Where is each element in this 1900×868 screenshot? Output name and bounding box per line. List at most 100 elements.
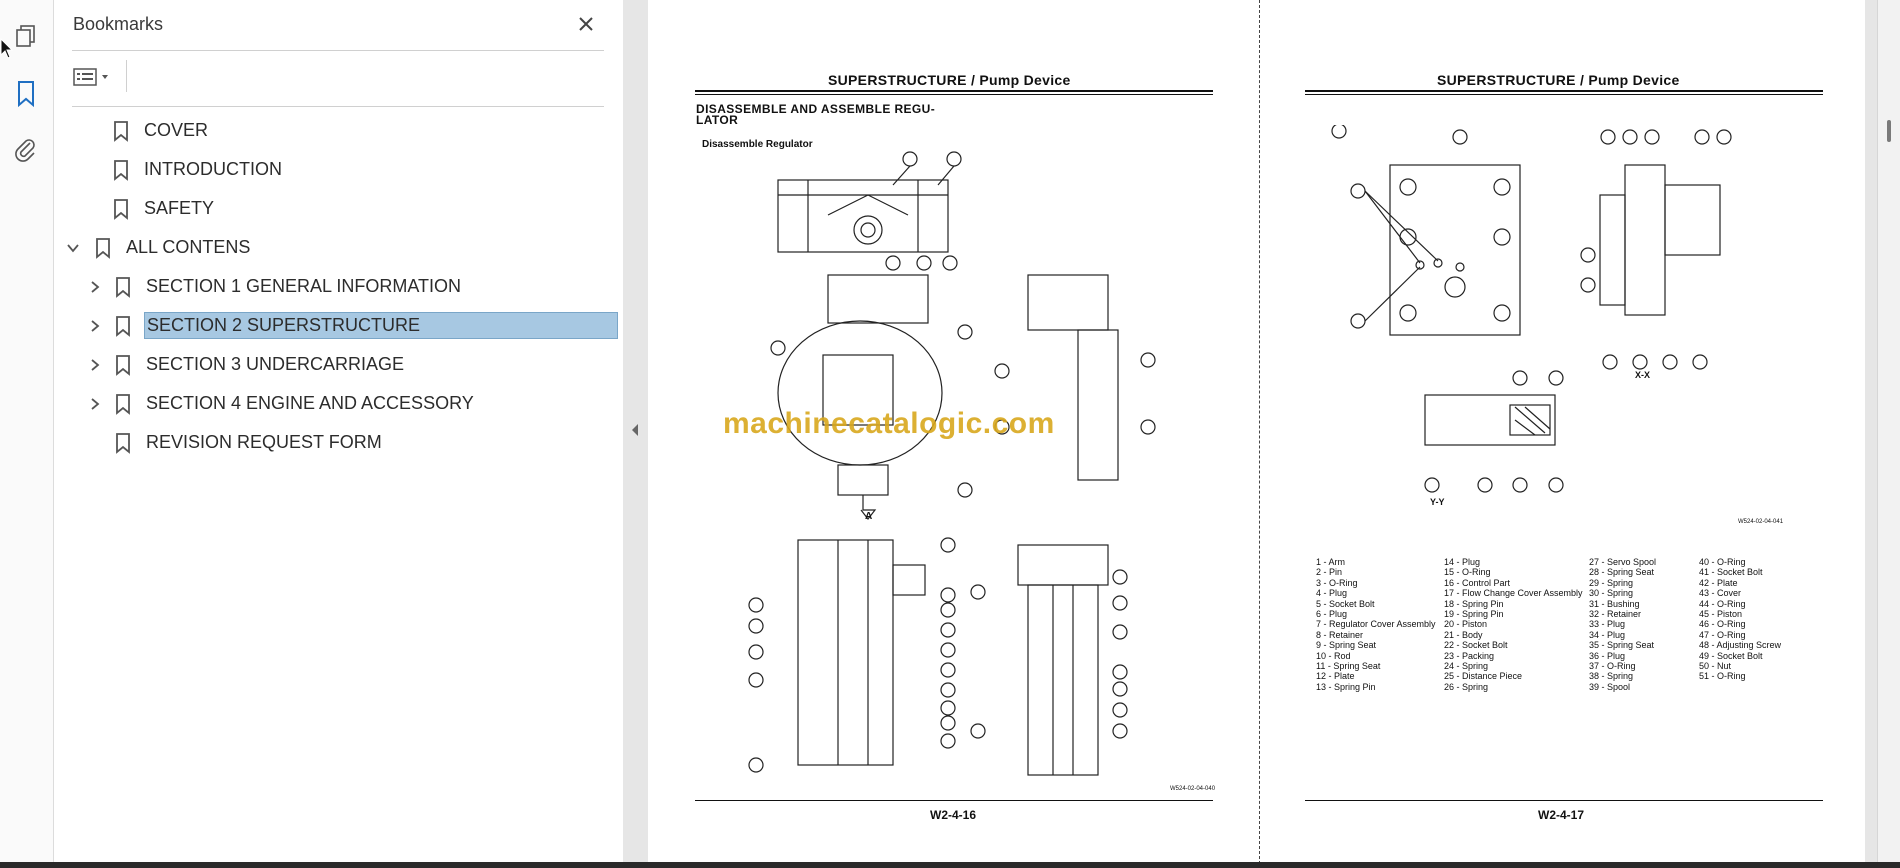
close-panel-button[interactable]	[574, 12, 598, 36]
figure-id: W524-02-04-041	[1738, 519, 1784, 525]
part-list-entry: 40 - O-Ring	[1699, 557, 1746, 567]
bookmark-item-safety[interactable]: SAFETY	[94, 193, 216, 224]
part-list-entry: 17 - Flow Change Cover Assembly	[1444, 588, 1583, 599]
part-list-entry: 50 - Nut	[1699, 661, 1732, 672]
view-label: A	[865, 511, 873, 522]
bookmark-icon	[116, 354, 130, 376]
parts-list-col-1: 1 - Arm 2 - Pin 3 - O-Ring 4 - Plug 5 - Sock…	[1316, 557, 1436, 692]
part-list-entry: 7 - Regulator Cover Assembly	[1316, 619, 1436, 630]
part-list-entry: 4 - Plug	[1316, 588, 1348, 599]
page-header: SUPERSTRUCTURE / Pump Device	[1437, 72, 1680, 88]
parts-list-col-2: 14 - Plug 15 - O-Ring 16 - Control Part 17 …	[1444, 557, 1583, 692]
part-list-entry: 37 - O-Ring	[1589, 661, 1636, 672]
part-list-entry: 31 - Bushing	[1589, 598, 1640, 609]
part-list-entry: 23 - Packing	[1444, 650, 1495, 661]
part-list-entry: 29 - Spring	[1589, 577, 1634, 588]
bookmark-icon	[116, 432, 130, 454]
bookmark-label: SECTION 1 GENERAL INFORMATION	[146, 276, 462, 296]
section-title: LATOR	[696, 113, 739, 127]
part-list-entry: 39 - Spool	[1589, 681, 1631, 692]
part-list-entry: 44 - O-Ring	[1699, 598, 1746, 609]
part-list-entry: 21 - Body	[1444, 629, 1483, 640]
bookmark-icon[interactable]	[10, 78, 42, 110]
part-list-entry: 9 - Spring Seat	[1316, 640, 1377, 651]
panel-splitter[interactable]	[623, 0, 649, 868]
part-list-entry: 5 - Socket Bolt	[1316, 598, 1375, 609]
bookmark-item-revision-request[interactable]: REVISION REQUEST FORM	[114, 427, 384, 458]
part-list-entry: 24 - Spring	[1444, 661, 1489, 672]
list-options-icon	[73, 68, 108, 86]
part-list-entry: 49 - Socket Bolt	[1699, 650, 1763, 661]
part-list-entry: 46 - O-Ring	[1699, 619, 1746, 630]
view-label: Y-Y	[1430, 497, 1445, 507]
part-list-entry: 10 - Rod	[1316, 650, 1351, 661]
bookmark-item-all-contens[interactable]: ALL CONTENS	[64, 232, 252, 263]
part-list-entry: 32 - Retainer	[1589, 609, 1642, 620]
scrollbar-thumb[interactable]	[1887, 120, 1891, 142]
collapse-arrow-icon[interactable]	[630, 422, 640, 438]
regulator-section-diagram	[1331, 125, 1732, 493]
header-rule	[1305, 94, 1823, 95]
bookmark-icon	[116, 315, 130, 337]
bookmark-label: SECTION 2 SUPERSTRUCTURE	[144, 312, 618, 339]
mouse-cursor-icon	[0, 38, 14, 59]
bookmark-item-cover[interactable]: COVER	[94, 115, 210, 146]
bookmarks-panel: Bookmarks COVER INTRODUCTION SAFETY ALL …	[54, 0, 624, 868]
chevron-right-icon[interactable]	[86, 356, 104, 374]
divider	[72, 50, 604, 51]
page-number: W2-4-16	[930, 808, 977, 822]
close-icon	[579, 17, 593, 31]
part-list-entry: 22 - Socket Bolt	[1444, 640, 1508, 651]
bookmark-item-section-4[interactable]: SECTION 4 ENGINE AND ACCESSORY	[86, 388, 476, 419]
part-list-entry: 41 - Socket Bolt	[1699, 567, 1763, 578]
document-viewer[interactable]: SUPERSTRUCTURE / Pump Device DISASSEMBLE…	[648, 0, 1900, 868]
chevron-down-icon[interactable]	[64, 239, 82, 257]
chevron-right-icon[interactable]	[86, 278, 104, 296]
tool-rail	[0, 0, 54, 868]
options-menu-button[interactable]	[72, 63, 120, 91]
watermark: machinecatalogic.com	[723, 407, 1055, 440]
figure-id: W524-02-04-040	[1170, 786, 1216, 792]
attachment-icon[interactable]	[10, 134, 42, 166]
bookmark-icon	[114, 198, 128, 220]
part-list-entry: 18 - Spring Pin	[1444, 598, 1504, 609]
part-list-entry: 28 - Spring Seat	[1589, 567, 1655, 578]
part-list-entry: 27 - Servo Spool	[1589, 557, 1657, 567]
part-list-entry: 25 - Distance Piece	[1444, 671, 1523, 682]
part-list-entry: 20 - Piston	[1444, 619, 1488, 630]
view-label: X-X	[1635, 370, 1651, 380]
bookmark-icon	[114, 120, 128, 142]
parts-list-col-4: 40 - O-Ring 41 - Socket Bolt 42 - Plate 43 …	[1699, 557, 1781, 682]
bookmark-item-section-1[interactable]: SECTION 1 GENERAL INFORMATION	[86, 271, 463, 302]
bookmark-item-section-3[interactable]: SECTION 3 UNDERCARRIAGE	[86, 349, 406, 380]
part-list-entry: 13 - Spring Pin	[1316, 681, 1376, 692]
part-list-entry: 12 - Plate	[1316, 671, 1355, 682]
bookmark-label: SECTION 4 ENGINE AND ACCESSORY	[146, 393, 474, 413]
bookmark-icon	[116, 393, 130, 415]
vertical-scrollbar[interactable]	[1877, 0, 1900, 868]
part-list-entry: 35 - Spring Seat	[1589, 640, 1655, 651]
divider	[126, 60, 127, 92]
divider	[72, 106, 604, 107]
part-list-entry: 42 - Plate	[1699, 577, 1738, 588]
taskbar-edge	[0, 862, 1900, 868]
part-list-entry: 38 - Spring	[1589, 671, 1634, 682]
chevron-right-icon[interactable]	[86, 317, 104, 335]
page-header: SUPERSTRUCTURE / Pump Device	[828, 72, 1071, 88]
bookmark-label: ALL CONTENS	[126, 237, 251, 257]
pages-icon[interactable]	[10, 20, 42, 52]
bookmark-label: SECTION 3 UNDERCARRIAGE	[146, 354, 405, 374]
bookmark-item-introduction[interactable]: INTRODUCTION	[94, 154, 284, 185]
part-list-entry: 36 - Plug	[1589, 650, 1626, 661]
bookmark-item-section-2[interactable]: SECTION 2 SUPERSTRUCTURE	[86, 310, 618, 341]
page-right: SUPERSTRUCTURE / Pump Device X-X Y-Y W52…	[1260, 0, 1865, 864]
regulator-exploded-diagram	[748, 151, 1156, 776]
part-list-entry: 48 - Adjusting Screw	[1699, 640, 1782, 651]
footer-rule	[695, 800, 1213, 801]
parts-list-col-3: 27 - Servo Spool 28 - Spring Seat 29 - Spr…	[1589, 557, 1656, 692]
header-rule	[1305, 90, 1823, 92]
chevron-right-icon[interactable]	[86, 395, 104, 413]
page-number: W2-4-17	[1538, 808, 1585, 822]
bookmark-label: REVISION REQUEST FORM	[146, 432, 382, 452]
footer-rule	[1305, 800, 1823, 801]
